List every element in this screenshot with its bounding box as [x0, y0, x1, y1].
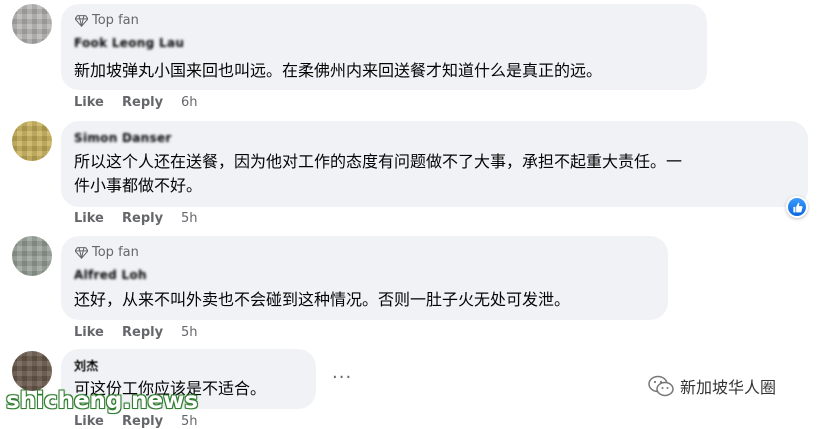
reply-button[interactable]: Reply — [122, 211, 163, 226]
badge-label: Top fan — [92, 13, 139, 28]
site-watermark: shicheng.news — [6, 388, 199, 414]
wechat-icon — [648, 375, 674, 397]
comment-line: 新加坡弹丸小国来回也叫远。在柔佛州内来回送餐才知道什么是真正的远。 — [74, 61, 603, 80]
comment-line: 还好，从来不叫外卖也不会碰到这种情况。否则一肚子火无处可发泄。 — [74, 290, 571, 309]
reply-button[interactable]: Reply — [122, 95, 163, 110]
timestamp[interactable]: 5h — [181, 325, 198, 340]
comment-text: 还好，从来不叫外卖也不会碰到这种情况。否则一肚子火无处可发泄。 — [74, 288, 664, 312]
thumbs-up-icon — [792, 202, 803, 212]
author-name[interactable]: Fook Leong Lau — [74, 36, 184, 50]
like-button[interactable]: Like — [74, 211, 104, 226]
reply-button[interactable]: Reply — [122, 325, 163, 340]
timestamp[interactable]: 6h — [181, 95, 198, 110]
brand-label: 新加坡华人圈 — [680, 378, 777, 397]
badge-label: Top fan — [92, 245, 139, 260]
author-name[interactable]: 刘杰 — [74, 357, 99, 374]
comment-line: 件小事都做不好。 — [74, 176, 203, 195]
comment-line: 所以这个人还在送餐，因为他对工作的态度有问题做不了大事，承担不起重大责任。一 — [74, 152, 683, 171]
author-name[interactable]: Alfred Loh — [74, 268, 147, 282]
brand-watermark: 新加坡华人圈 — [648, 374, 776, 398]
diamond-icon — [75, 15, 88, 27]
diamond-icon — [75, 247, 88, 259]
author-name[interactable]: Simon Danser — [74, 131, 172, 145]
comment-text: 新加坡弹丸小国来回也叫远。在柔佛州内来回送餐才知道什么是真正的远。 — [74, 59, 704, 83]
comment-bubble: Top fan Fook Leong Lau 新加坡弹丸小国来回也叫远。在柔佛州… — [61, 4, 707, 90]
like-reaction-icon[interactable] — [786, 196, 808, 218]
more-options-icon[interactable]: ··· — [332, 367, 352, 388]
like-button[interactable]: Like — [74, 325, 104, 340]
like-button[interactable]: Like — [74, 414, 104, 429]
top-fan-badge: Top fan — [75, 245, 139, 260]
avatar[interactable] — [12, 351, 52, 391]
avatar[interactable] — [12, 236, 52, 276]
avatar[interactable] — [12, 4, 52, 44]
reply-button[interactable]: Reply — [122, 414, 163, 429]
timestamp[interactable]: 5h — [181, 414, 198, 429]
comment-text: 所以这个人还在送餐，因为他对工作的态度有问题做不了大事，承担不起重大责任。一 件… — [74, 150, 804, 198]
comment-bubble: Top fan Alfred Loh 还好，从来不叫外卖也不会碰到这种情况。否则… — [61, 236, 668, 320]
comment-bubble: Simon Danser 所以这个人还在送餐，因为他对工作的态度有问题做不了大事… — [61, 121, 808, 207]
avatar[interactable] — [12, 121, 52, 161]
top-fan-badge: Top fan — [75, 13, 139, 28]
like-button[interactable]: Like — [74, 95, 104, 110]
timestamp[interactable]: 5h — [181, 211, 198, 226]
